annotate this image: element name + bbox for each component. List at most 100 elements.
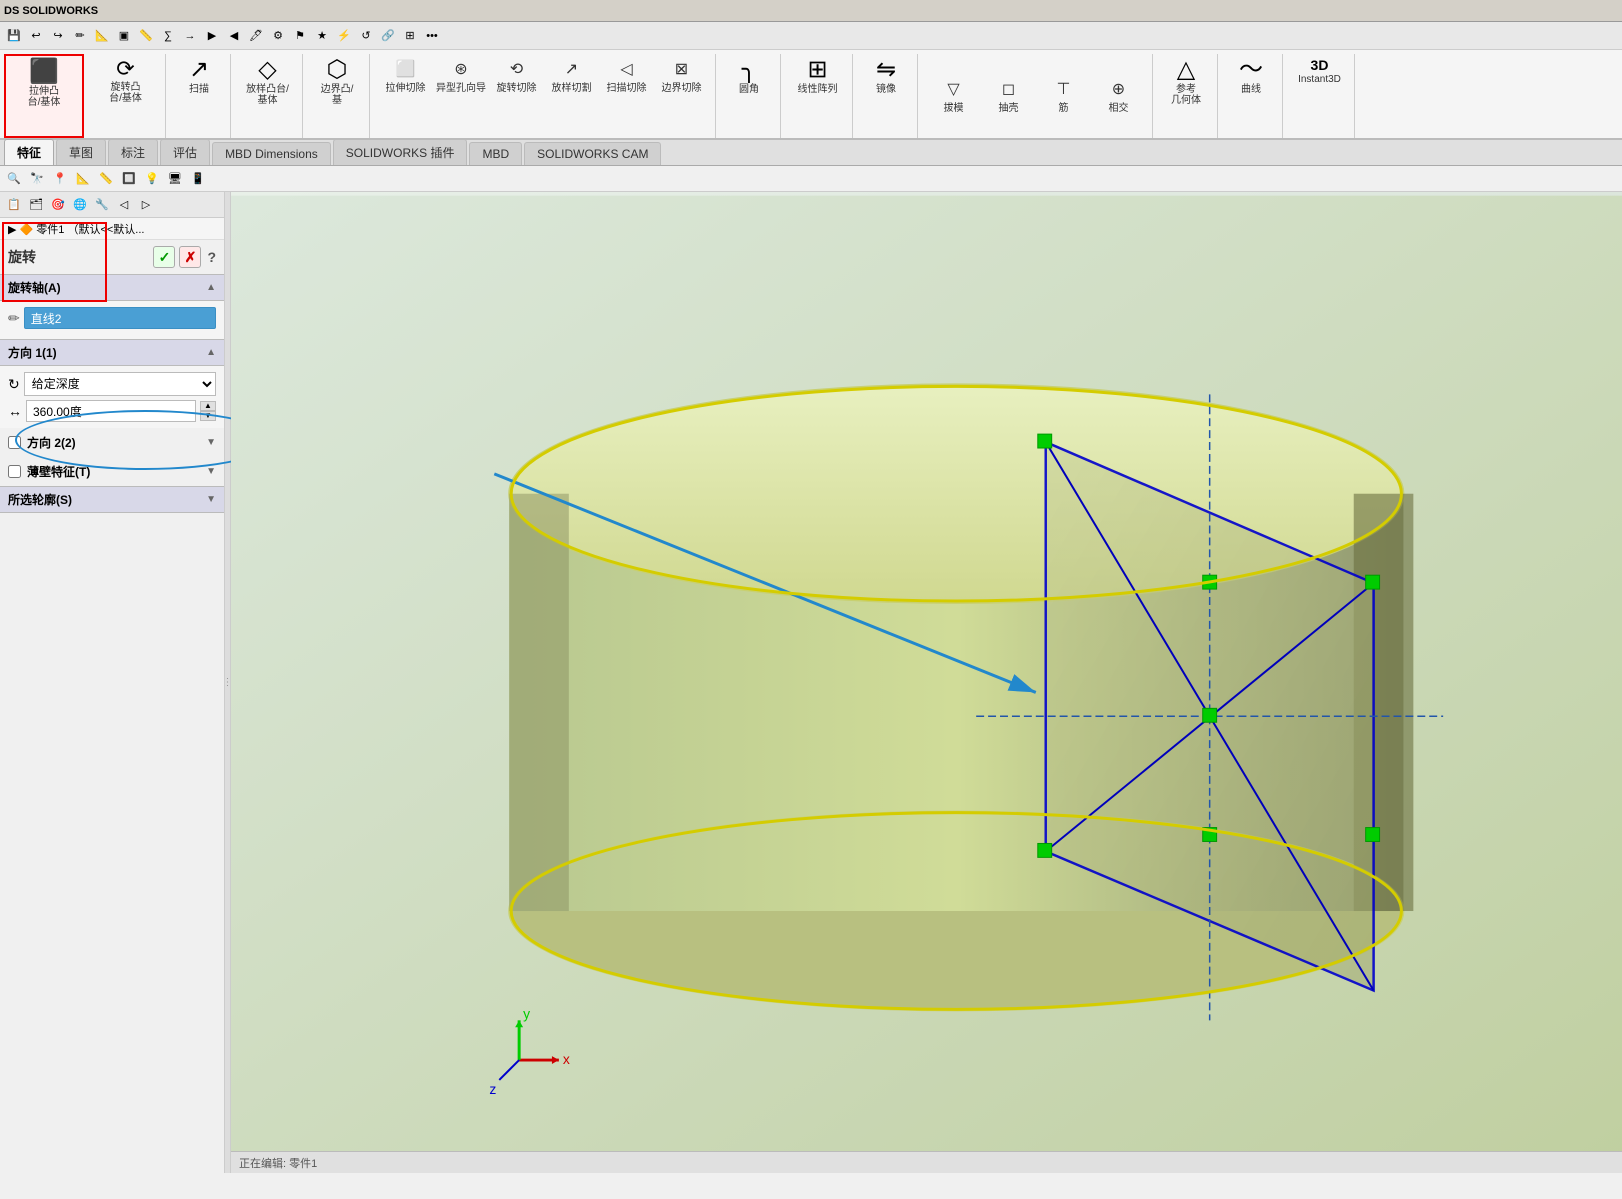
- ok-button[interactable]: ✓: [153, 246, 175, 268]
- reference-label: 参考几何体: [1171, 84, 1201, 106]
- link-icon[interactable]: 🔗: [378, 26, 398, 46]
- linear-pattern-button[interactable]: ⊞ 线性阵列: [793, 56, 843, 97]
- bolt-icon[interactable]: ⚡: [334, 26, 354, 46]
- cancel-button[interactable]: ✗: [179, 246, 201, 268]
- spin-down-button[interactable]: ▼: [200, 411, 216, 421]
- ft-list-icon[interactable]: 📋: [4, 195, 24, 215]
- ft-settings-icon[interactable]: 🔧: [92, 195, 112, 215]
- rotate-boss-button[interactable]: ⟳ 旋转凸台/基体: [101, 56, 151, 106]
- direction1-header[interactable]: 方向 1(1) ▲: [0, 339, 224, 366]
- scan-button[interactable]: ↗ 扫描: [174, 56, 224, 97]
- pen-icon[interactable]: 🖊: [246, 26, 266, 46]
- grid-icon[interactable]: ⊞: [400, 26, 420, 46]
- selected-contours-label: 所选轮廓(S): [8, 491, 72, 508]
- rotation-axis-collapse: ▲: [206, 282, 216, 293]
- status-bar: 正在编辑: 零件1: [231, 1151, 1622, 1173]
- ribbon-group-extrude: ⬛ 拉伸凸台/基体: [4, 54, 84, 138]
- tab-evaluate[interactable]: 评估: [160, 139, 210, 165]
- axis-pencil-icon: ✏: [8, 310, 20, 327]
- shell-button[interactable]: ◻ 抽壳: [981, 78, 1036, 115]
- flag-icon[interactable]: ⚑: [290, 26, 310, 46]
- rotate-boss-label: 旋转凸台/基体: [109, 82, 142, 104]
- redo-icon[interactable]: ↪: [48, 26, 68, 46]
- zoom-icon[interactable]: 🔭: [27, 169, 47, 189]
- measure2-icon[interactable]: 📏: [96, 169, 116, 189]
- boundary-cut-icon: ⊠: [675, 59, 688, 79]
- ft-target-icon[interactable]: 🎯: [48, 195, 68, 215]
- tab-sw-plugins[interactable]: SOLIDWORKS 插件: [333, 139, 468, 165]
- ribbon-group-mirror: ⇋ 镜像: [855, 54, 918, 138]
- save-icon[interactable]: 💾: [4, 26, 24, 46]
- arrow-icon[interactable]: →: [180, 26, 200, 46]
- tab-sketch[interactable]: 草图: [56, 139, 106, 165]
- ft-folder-icon[interactable]: 🗂: [26, 195, 46, 215]
- fillet-button[interactable]: ╮ 圆角: [724, 56, 774, 97]
- select-icon[interactable]: ✏: [70, 26, 90, 46]
- reference-button[interactable]: △ 参考几何体: [1161, 56, 1211, 108]
- scan-cut2-button[interactable]: ◁ 扫描切除: [599, 58, 654, 95]
- extrude-cut-icon: ⬜: [396, 59, 416, 79]
- axis-value-input[interactable]: [24, 307, 216, 329]
- hole-button[interactable]: ⊛ 异型孔向导: [433, 58, 489, 95]
- settings-icon[interactable]: ⚙: [268, 26, 288, 46]
- mirror-icon: ⇋: [876, 58, 896, 82]
- selected-contours-header[interactable]: 所选轮廓(S) ▼: [0, 486, 224, 513]
- direction1-content: ↻ 给定深度 ↔ ▲ ▼: [0, 366, 224, 428]
- extrude-cut-button[interactable]: ⬜ 拉伸切除: [378, 58, 433, 95]
- play-icon[interactable]: ▶: [202, 26, 222, 46]
- reference-icon: △: [1177, 58, 1195, 82]
- undo-icon[interactable]: ↩: [26, 26, 46, 46]
- pin-icon[interactable]: 📍: [50, 169, 70, 189]
- star-icon[interactable]: ★: [312, 26, 332, 46]
- rib-button[interactable]: ⊤ 筋: [1036, 78, 1091, 115]
- ft-globe-icon[interactable]: 🌐: [70, 195, 90, 215]
- thin-feature-header[interactable]: 薄壁特征(T) ▼: [27, 461, 216, 482]
- boundary-button[interactable]: ⬡ 边界凸/基: [312, 56, 362, 108]
- scan-cut-button[interactable]: ↗ 放样切割: [544, 58, 599, 95]
- rotate-cut-button[interactable]: ⟲ 旋转切除: [489, 58, 544, 95]
- angle-input[interactable]: [26, 400, 196, 422]
- tab-markup[interactable]: 标注: [108, 139, 158, 165]
- ft-arrow-right[interactable]: ▷: [136, 195, 156, 215]
- refresh-icon[interactable]: ↺: [356, 26, 376, 46]
- extrude-boss-icon: ⬛: [29, 60, 59, 84]
- viewport[interactable]: Rey: [231, 192, 1622, 1173]
- angle-icon[interactable]: 📐: [73, 169, 93, 189]
- intersect-button[interactable]: ⊕ 相交: [1091, 78, 1146, 115]
- rotation-axis-header[interactable]: 旋转轴(A) ▲: [0, 274, 224, 301]
- axis-input-row: ✏: [8, 307, 216, 329]
- back-icon[interactable]: ◀: [224, 26, 244, 46]
- depth-select[interactable]: 给定深度: [24, 372, 216, 396]
- tab-sw-cam[interactable]: SOLIDWORKS CAM: [524, 142, 661, 165]
- boundary-cut-button[interactable]: ⊠ 边界切除: [654, 58, 709, 95]
- draft-label: 拔模: [944, 99, 964, 114]
- cube-icon[interactable]: 🔲: [119, 169, 139, 189]
- 3d-icon[interactable]: ▣: [114, 26, 134, 46]
- monitor-icon[interactable]: 🖥: [165, 169, 185, 189]
- mirror-button[interactable]: ⇋ 镜像: [861, 56, 911, 97]
- dot-icon[interactable]: •••: [422, 26, 442, 46]
- direction2-header[interactable]: 方向 2(2) ▼: [27, 432, 216, 453]
- calc-icon[interactable]: ∑: [158, 26, 178, 46]
- draft-button[interactable]: ▽ 拔模: [926, 78, 981, 115]
- loft-button[interactable]: ◇ 放样凸台/基体: [243, 56, 293, 108]
- help-icon[interactable]: ?: [207, 249, 216, 265]
- extrude-boss-button[interactable]: ⬛ 拉伸凸台/基体: [19, 58, 69, 110]
- sketch-icon[interactable]: 📐: [92, 26, 112, 46]
- tab-mbd-dimensions[interactable]: MBD Dimensions: [212, 142, 331, 165]
- main-layout: 📋 🗂 🎯 🌐 🔧 ◁ ▷ ▶ 🔶 零件1 （默认<<默认... 旋转 ✓ ✗: [0, 192, 1622, 1173]
- phone-icon[interactable]: 📱: [188, 169, 208, 189]
- curve-button[interactable]: 〜 曲线: [1226, 56, 1276, 97]
- search-icon[interactable]: 🔍: [4, 169, 24, 189]
- direction2-checkbox[interactable]: [8, 436, 21, 449]
- ft-arrow-left[interactable]: ◁: [114, 195, 134, 215]
- thin-feature-checkbox[interactable]: [8, 465, 21, 478]
- curve-icon: 〜: [1239, 58, 1263, 82]
- shell-label: 抽壳: [999, 99, 1019, 114]
- instant3d-button[interactable]: 3D Instant3D: [1295, 56, 1345, 87]
- tab-mbd[interactable]: MBD: [469, 142, 522, 165]
- measure-icon[interactable]: 📏: [136, 26, 156, 46]
- bulb-icon[interactable]: 💡: [142, 169, 162, 189]
- tab-features[interactable]: 特征: [4, 139, 54, 165]
- spin-up-button[interactable]: ▲: [200, 401, 216, 411]
